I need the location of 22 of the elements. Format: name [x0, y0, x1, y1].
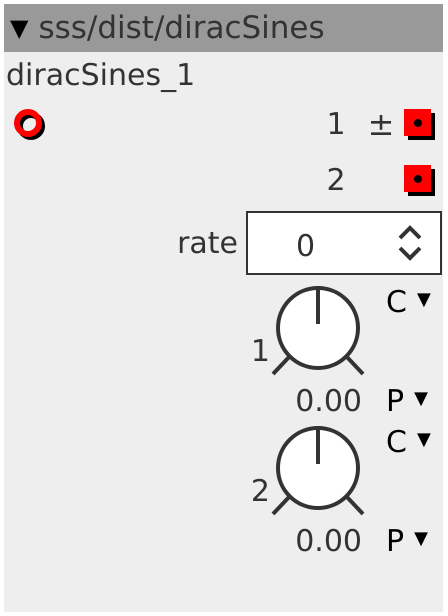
knob[interactable]	[270, 285, 366, 377]
inlet-icon[interactable]	[12, 107, 48, 143]
object-title: sss/dist/diracSines	[38, 10, 325, 46]
modulation-menu[interactable]: C ▼	[366, 425, 431, 460]
rate-spinner[interactable]: 0	[246, 211, 442, 275]
knob-label: 2	[250, 474, 270, 511]
outlet-label: 1	[325, 106, 347, 142]
knob-label: 1	[250, 334, 270, 371]
preset-menu[interactable]: P ▼	[366, 524, 428, 558]
collapse-toggle[interactable]: ▼	[10, 14, 28, 42]
preset-menu[interactable]: P ▼	[366, 384, 428, 418]
object-header[interactable]: ▼ sss/dist/diracSines	[4, 4, 443, 52]
rate-label: rate	[177, 226, 238, 260]
modulation-menu[interactable]: C ▼	[366, 285, 431, 320]
outlet-icon[interactable]	[401, 162, 437, 198]
outlet-label: 2	[325, 162, 347, 198]
knob-value: 0.00	[295, 384, 363, 418]
bipolar-symbol: ±	[368, 105, 394, 143]
knob-value: 0.00	[295, 524, 363, 558]
knob[interactable]	[270, 425, 366, 517]
outlet-icon[interactable]	[401, 106, 437, 142]
instance-name[interactable]: diracSines_1	[4, 52, 196, 93]
